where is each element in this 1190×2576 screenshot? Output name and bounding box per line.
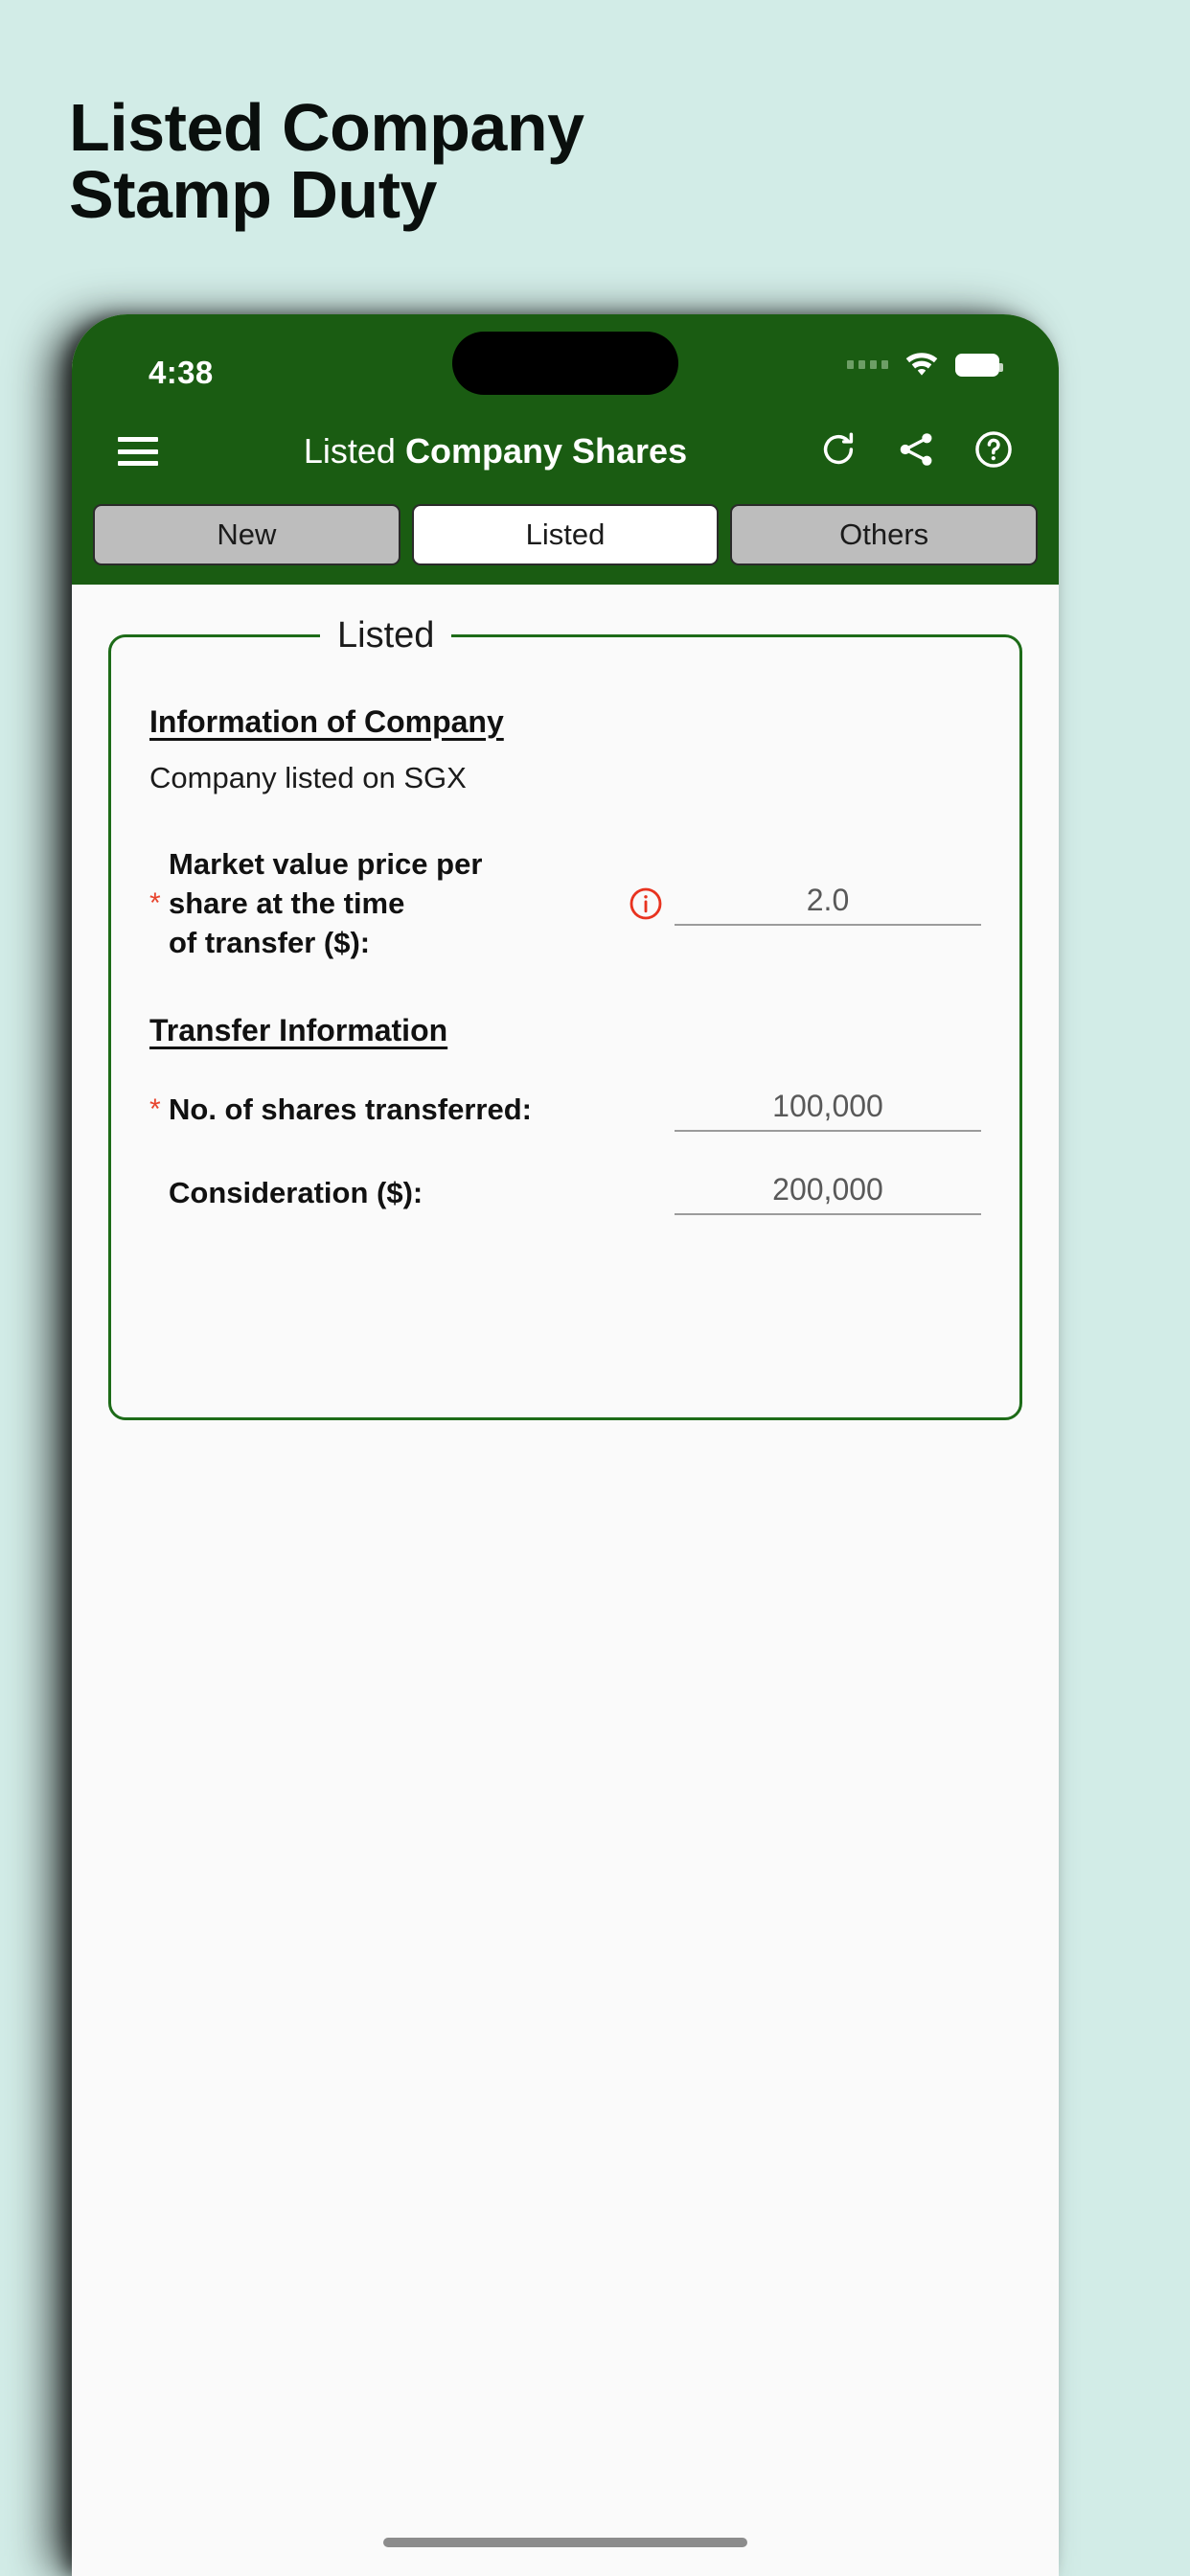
status-bar-time: 4:38 [149, 355, 214, 390]
app-bar-actions [817, 428, 1015, 475]
page-title: Listed Company Stamp Duty [69, 94, 931, 228]
company-listed-note: Company listed on SGX [149, 761, 467, 794]
status-bar-indicators [847, 349, 1003, 380]
signal-dots-icon [847, 360, 888, 369]
page-title-line-2: Stamp Duty [69, 157, 437, 232]
page-title-line-1: Listed Company [69, 90, 584, 165]
shares-input[interactable]: 100,000 [675, 1089, 981, 1132]
hamburger-menu-icon[interactable] [118, 437, 158, 466]
consideration-field-row: Consideration ($): 200,000 [149, 1172, 981, 1215]
tab-listed[interactable]: Listed [411, 504, 720, 565]
info-circle-icon[interactable] [629, 886, 663, 921]
status-bar: 4:38 [72, 314, 1059, 399]
app-bar-title: Listed Company Shares [158, 431, 817, 472]
content-area: Listed Information of Company Company li… [72, 585, 1059, 2561]
wifi-icon [904, 349, 940, 380]
company-info-heading: Information of Company [149, 704, 504, 739]
help-icon[interactable] [973, 428, 1015, 475]
tab-bar: New Listed Others [72, 504, 1059, 585]
app-bar: Listed Company Shares [72, 399, 1059, 504]
consideration-input-value: 200,000 [772, 1171, 883, 1207]
market-value-label-line-2: share at the time [169, 886, 405, 920]
shares-input-value: 100,000 [772, 1088, 883, 1123]
share-icon[interactable] [896, 429, 936, 474]
market-value-required-mark: * [149, 887, 161, 920]
consideration-label: Consideration ($): [169, 1175, 423, 1209]
listed-panel: Listed Information of Company Company li… [108, 615, 1022, 1420]
tab-new[interactable]: New [93, 504, 400, 565]
battery-icon [955, 353, 1003, 377]
home-indicator [383, 2538, 747, 2547]
market-value-input-value: 2.0 [806, 882, 850, 917]
shares-field-row: * No. of shares transferred: 100,000 [149, 1089, 981, 1132]
shares-required-mark: * [149, 1093, 161, 1126]
transfer-info-heading: Transfer Information [149, 1012, 448, 1047]
market-value-field-row: * Market value price per share at the ti… [149, 845, 981, 963]
market-value-label-line-3: of transfer ($): [169, 925, 371, 959]
market-value-input[interactable]: 2.0 [675, 883, 981, 926]
phone-mockup: 4:38 Listed Company Shares New Listed Ot… [72, 314, 1059, 2576]
shares-label: No. of shares transferred: [169, 1092, 532, 1126]
tab-others[interactable]: Others [730, 504, 1039, 565]
market-value-label: Market value price per share at the time… [169, 845, 482, 963]
app-bar-title-light: Listed [303, 431, 396, 471]
market-value-label-line-1: Market value price per [169, 847, 483, 881]
panel-legend: Listed [337, 615, 435, 656]
consideration-input[interactable]: 200,000 [675, 1172, 981, 1215]
refresh-icon[interactable] [817, 428, 859, 475]
dynamic-island [452, 332, 678, 395]
app-bar-title-bold: Company Shares [404, 431, 688, 471]
